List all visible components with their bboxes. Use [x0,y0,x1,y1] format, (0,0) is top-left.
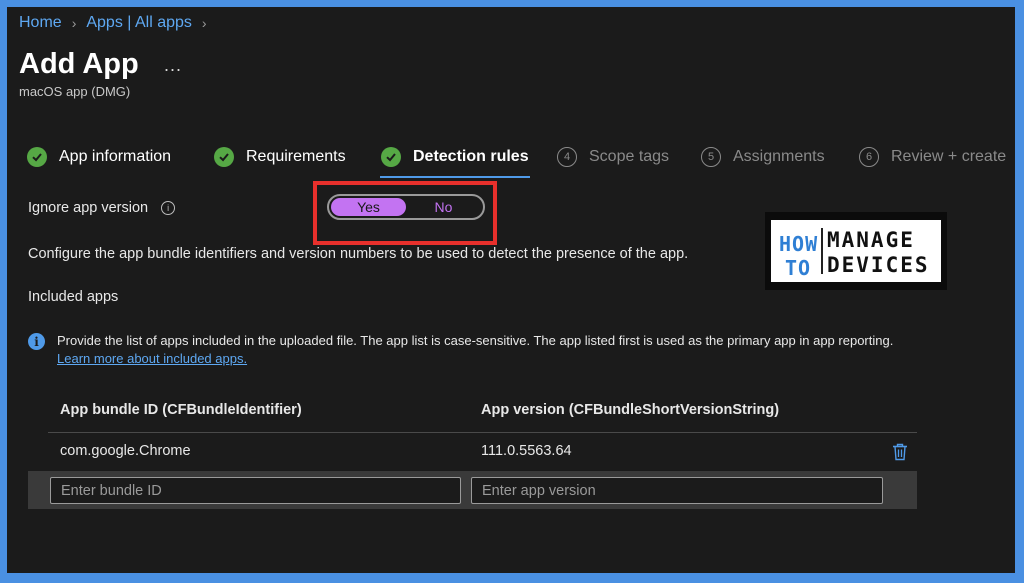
logo-manage: MANAGE [827,228,915,252]
step-number-icon: 4 [557,147,577,167]
app-version-input[interactable] [471,477,883,504]
column-header-bundle-id: App bundle ID (CFBundleIdentifier) [60,402,302,418]
step-label: Scope tags [589,148,670,165]
app-window: Home › Apps | All apps › Add App ... mac… [7,7,1015,573]
chevron-right-icon: › [71,15,77,31]
breadcrumb-home[interactable]: Home [19,14,62,32]
step-label: Requirements [246,148,346,165]
step-number-icon: 6 [859,147,879,167]
logo-divider [821,228,823,274]
info-banner: i Provide the list of apps included in t… [28,332,898,368]
delete-row-icon[interactable] [892,443,908,461]
page-subtitle: macOS app (DMG) [19,84,131,99]
toggle-no[interactable]: No [406,198,481,216]
ignore-version-label: Ignore app version i [28,200,176,216]
step-label: Assignments [733,148,825,165]
info-banner-message: Provide the list of apps included in the… [57,333,894,348]
logo-to: TO [785,256,812,280]
step-assignments[interactable]: 5 Assignments [701,147,825,167]
ignore-version-toggle[interactable]: Yes No [327,194,485,220]
active-step-indicator [380,176,530,178]
ignore-version-text: Ignore app version [28,200,149,216]
configure-description: Configure the app bundle identifiers and… [28,246,689,262]
column-header-app-version: App version (CFBundleShortVersionString) [481,402,780,418]
page-title: Add App [19,48,139,80]
logo-panel: HOW TO MANAGE DEVICES [771,220,941,282]
step-label: App information [59,148,172,165]
breadcrumb-apps[interactable]: Apps | All apps [86,14,192,32]
step-scope-tags[interactable]: 4 Scope tags [557,147,669,167]
bundle-id-input[interactable] [50,477,461,504]
logo-how: HOW [779,232,819,256]
more-options-button[interactable]: ... [164,55,182,76]
table-row-bundle-id: com.google.Chrome [60,443,191,459]
toggle-yes[interactable]: Yes [331,198,406,216]
step-label: Detection rules [413,148,529,165]
checkmark-icon [27,147,47,167]
checkmark-icon [381,147,401,167]
table-divider [48,432,917,433]
info-banner-text: Provide the list of apps included in the… [57,332,898,368]
breadcrumb: Home › Apps | All apps › [19,14,217,32]
step-detection-rules[interactable]: Detection rules [381,147,529,167]
logo-devices: DEVICES [827,253,930,277]
learn-more-link[interactable]: Learn more about included apps. [57,351,247,366]
step-number-icon: 5 [701,147,721,167]
step-requirements[interactable]: Requirements [214,147,346,167]
info-icon: i [28,333,45,350]
step-label: Review + create [891,148,1007,165]
step-review-create[interactable]: 6 Review + create [859,147,1006,167]
howtomanagedevices-logo: HOW TO MANAGE DEVICES [765,212,947,290]
step-app-information[interactable]: App information [27,147,171,167]
included-apps-label: Included apps [28,289,119,305]
checkmark-icon [214,147,234,167]
chevron-right-icon: › [201,15,207,31]
info-icon[interactable]: i [161,201,176,215]
table-row-version: 111.0.5563.64 [481,443,572,459]
